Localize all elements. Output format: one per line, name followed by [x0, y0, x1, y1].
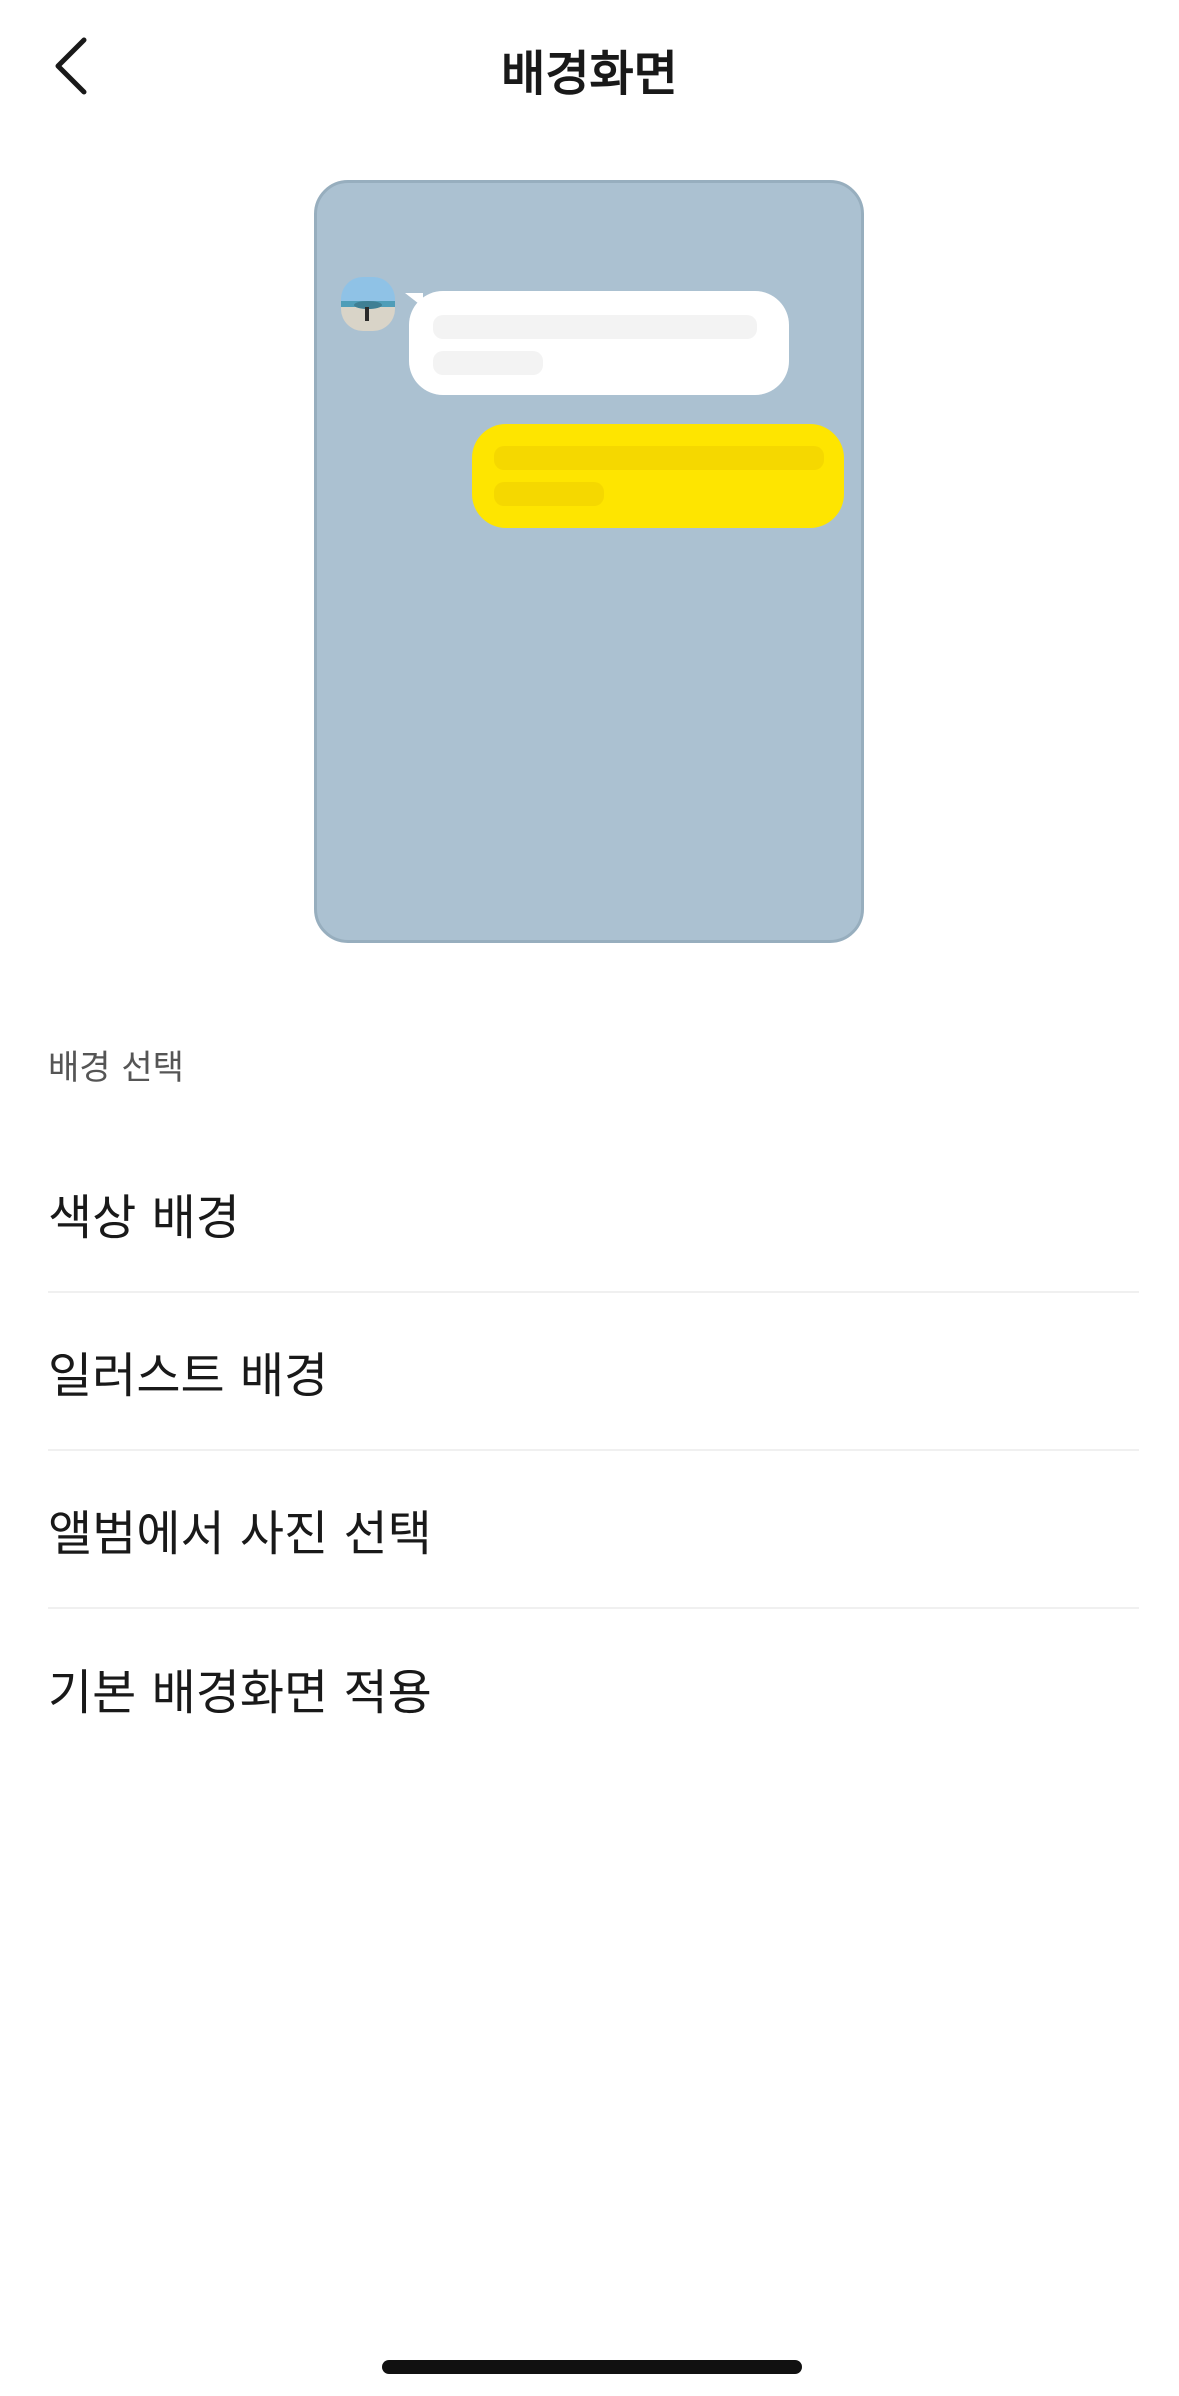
wallpaper-preview: [314, 180, 864, 943]
profile-photo-icon: [341, 277, 395, 331]
page-title: 배경화면: [501, 46, 678, 102]
received-message-bubble: [409, 291, 789, 395]
navigation-header: 배경화면: [0, 0, 1179, 130]
apply-default-wallpaper-option[interactable]: 기본 배경화면 적용: [48, 1609, 1139, 1767]
skeleton-line: [494, 446, 824, 470]
select-photo-from-album-option[interactable]: 앨범에서 사진 선택: [48, 1451, 1139, 1609]
section-label: 배경 선택: [48, 1048, 184, 1088]
skeleton-line: [433, 315, 757, 339]
illustration-background-option[interactable]: 일러스트 배경: [48, 1293, 1139, 1451]
sent-message-bubble: [472, 424, 844, 528]
color-background-option[interactable]: 색상 배경: [48, 1135, 1139, 1293]
skeleton-line: [494, 482, 604, 506]
background-options-list: 색상 배경 일러스트 배경 앨범에서 사진 선택 기본 배경화면 적용: [48, 1135, 1139, 1767]
home-indicator: [382, 2360, 802, 2374]
skeleton-line: [433, 351, 543, 375]
